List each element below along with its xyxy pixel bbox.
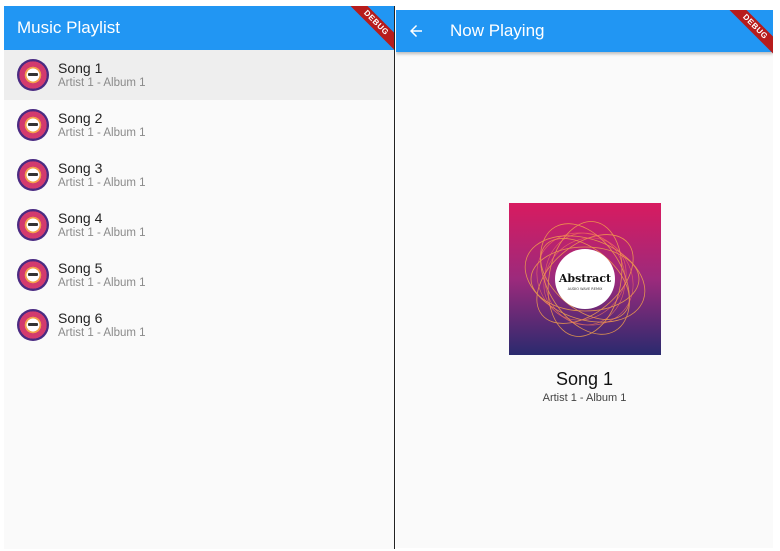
song-title: Song 5 [58, 260, 103, 276]
now-playing-screen: Now Playing DEBUG Abstract AUDIO WAVE RE… [396, 10, 773, 548]
album-cover: Abstract AUDIO WAVE REMIX [508, 203, 661, 355]
song-title: Song 2 [58, 110, 103, 126]
now-playing-title: Now Playing [450, 21, 545, 40]
song-subtitle: Artist 1 - Album 1 [58, 177, 146, 189]
now-playing-app-bar: Now Playing [396, 10, 773, 52]
song-list: Song 1 Artist 1 - Album 1 Song 2 Artist … [4, 50, 394, 350]
album-cover-title: Abstract [557, 272, 611, 285]
playlist-app-bar: Music Playlist [4, 6, 394, 50]
song-title: Song 3 [58, 160, 103, 176]
playlist-title: Music Playlist [17, 18, 120, 37]
album-thumbnail [17, 309, 49, 341]
song-subtitle: Artist 1 - Album 1 [58, 227, 146, 239]
song-list-item[interactable]: Song 3 Artist 1 - Album 1 [4, 150, 394, 200]
song-subtitle: Artist 1 - Album 1 [58, 277, 146, 289]
song-title: Song 4 [58, 210, 103, 226]
song-subtitle: Artist 1 - Album 1 [58, 127, 146, 139]
album-thumbnail [17, 109, 49, 141]
song-list-item[interactable]: Song 1 Artist 1 - Album 1 [4, 50, 394, 100]
song-list-item[interactable]: Song 2 Artist 1 - Album 1 [4, 100, 394, 150]
song-title: Song 6 [58, 310, 103, 326]
song-list-item[interactable]: Song 6 Artist 1 - Album 1 [4, 300, 394, 350]
album-thumbnail [17, 59, 49, 91]
song-list-item[interactable]: Song 4 Artist 1 - Album 1 [4, 200, 394, 250]
song-subtitle: Artist 1 - Album 1 [58, 77, 146, 89]
back-button[interactable] [400, 15, 432, 47]
now-playing-song-subtitle: Artist 1 - Album 1 [542, 392, 627, 404]
song-title: Song 1 [58, 60, 103, 76]
playlist-screen: Music Playlist DEBUG Song 1 Artist 1 - A… [4, 6, 395, 549]
album-cover-subtitle: AUDIO WAVE REMIX [567, 287, 602, 291]
arrow-back-icon [410, 25, 422, 37]
song-subtitle: Artist 1 - Album 1 [58, 327, 146, 339]
album-thumbnail [17, 209, 49, 241]
song-list-item[interactable]: Song 5 Artist 1 - Album 1 [4, 250, 394, 300]
album-thumbnail [17, 259, 49, 291]
album-thumbnail [17, 159, 49, 191]
now-playing-song-title: Song 1 [555, 369, 614, 389]
now-playing-content: Abstract AUDIO WAVE REMIX Song 1 Artist … [396, 203, 773, 404]
